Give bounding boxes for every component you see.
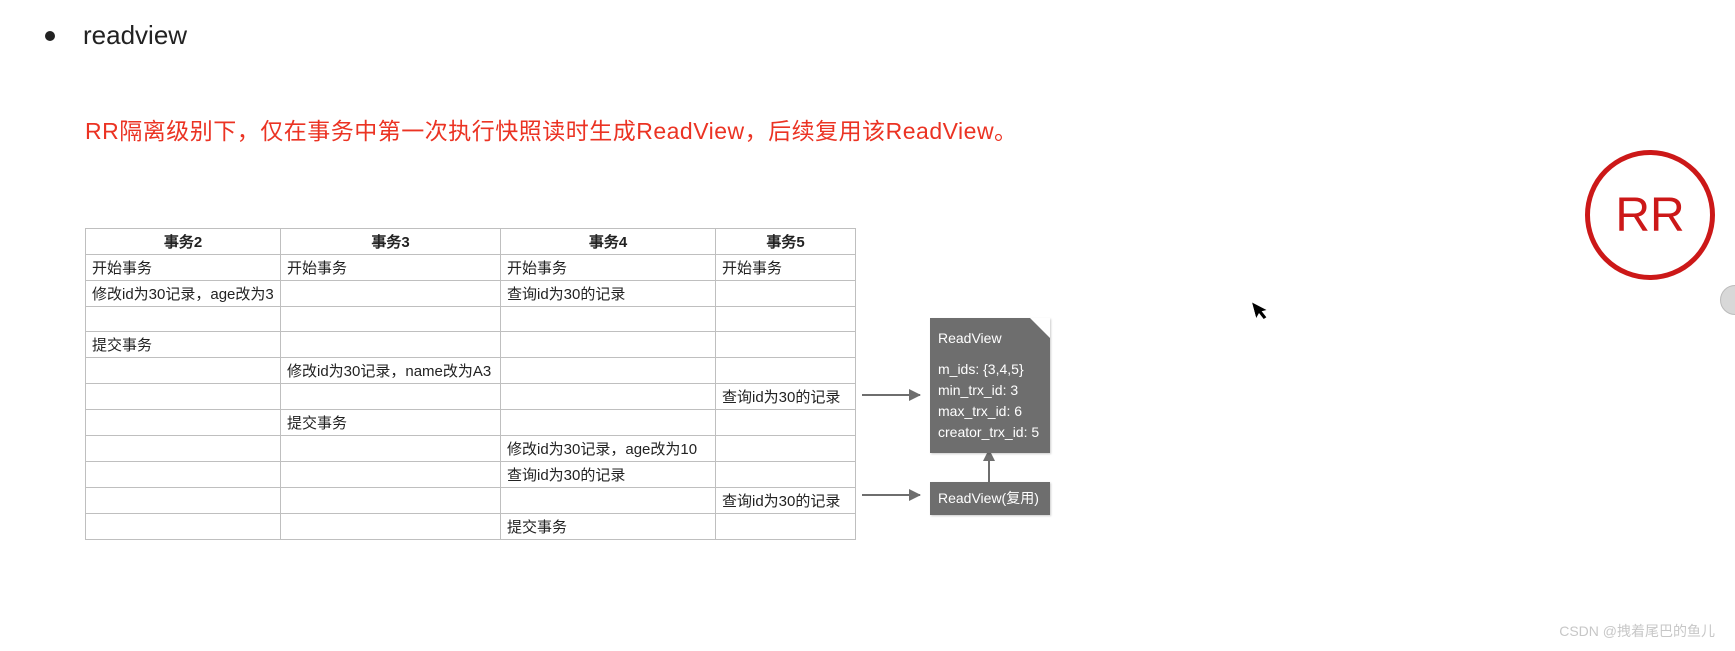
table-cell xyxy=(501,488,716,514)
table-row: 查询id为30的记录 xyxy=(86,462,856,488)
table-cell xyxy=(86,488,281,514)
table-cell xyxy=(716,358,856,384)
readview-line: max_trx_id: 6 xyxy=(938,401,1042,422)
readview-panel: ReadView m_ids: {3,4,5} min_trx_id: 3 ma… xyxy=(930,318,1050,453)
col-header: 事务4 xyxy=(501,229,716,255)
table-cell xyxy=(86,358,281,384)
table-cell: 开始事务 xyxy=(716,255,856,281)
table-cell xyxy=(86,384,281,410)
table-cell xyxy=(281,514,501,540)
table-cell xyxy=(716,410,856,436)
table-cell xyxy=(501,332,716,358)
description-text: RR隔离级别下，仅在事务中第一次执行快照读时生成ReadView，后续复用该Re… xyxy=(85,112,1018,146)
table-cell xyxy=(716,281,856,307)
table-cell: 开始事务 xyxy=(501,255,716,281)
readview-line: creator_trx_id: 5 xyxy=(938,422,1042,443)
table-cell: 提交事务 xyxy=(501,514,716,540)
table-cell xyxy=(281,462,501,488)
readview-reuse-panel: ReadView(复用) xyxy=(930,482,1050,515)
table-cell xyxy=(86,462,281,488)
table-cell xyxy=(281,307,501,332)
table-cell xyxy=(281,332,501,358)
table-row: 修改id为30记录，age改为3 查询id为30的记录 xyxy=(86,281,856,307)
table-cell xyxy=(86,436,281,462)
table-row: 提交事务 xyxy=(86,332,856,358)
table-row: 查询id为30的记录 xyxy=(86,384,856,410)
readview-title: ReadView xyxy=(938,328,1042,349)
table-cell xyxy=(716,332,856,358)
table-cell xyxy=(501,410,716,436)
table-cell: 提交事务 xyxy=(86,332,281,358)
table-cell xyxy=(281,384,501,410)
table-cell xyxy=(281,281,501,307)
table-cell: 查询id为30的记录 xyxy=(716,488,856,514)
table-row: 修改id为30记录，age改为10 xyxy=(86,436,856,462)
table-header-row: 事务2 事务3 事务4 事务5 xyxy=(86,229,856,255)
arrow-up-icon xyxy=(988,450,990,482)
table-cell: 查询id为30的记录 xyxy=(501,462,716,488)
readview-line: min_trx_id: 3 xyxy=(938,380,1042,401)
arrow-right-icon xyxy=(862,394,920,396)
table-cell xyxy=(501,358,716,384)
table-row: 查询id为30的记录 xyxy=(86,488,856,514)
cursor-icon xyxy=(1252,298,1274,326)
table-cell xyxy=(281,436,501,462)
watermark: CSDN @拽着尾巴的鱼儿 xyxy=(1559,621,1715,641)
table-row: 提交事务 xyxy=(86,410,856,436)
table-cell: 修改id为30记录，age改为10 xyxy=(501,436,716,462)
table-cell xyxy=(86,514,281,540)
table-cell xyxy=(716,436,856,462)
table-cell: 开始事务 xyxy=(86,255,281,281)
table-cell xyxy=(716,307,856,332)
table-cell xyxy=(86,410,281,436)
table-row: 开始事务开始事务开始事务开始事务 xyxy=(86,255,856,281)
table-cell xyxy=(281,488,501,514)
table-cell: 查询id为30的记录 xyxy=(716,384,856,410)
table-cell: 开始事务 xyxy=(281,255,501,281)
col-header: 事务5 xyxy=(716,229,856,255)
table-cell: 提交事务 xyxy=(281,410,501,436)
table-cell xyxy=(716,462,856,488)
page-heading: readview xyxy=(83,20,187,51)
table-cell xyxy=(86,307,281,332)
readview-reuse-title: ReadView(复用) xyxy=(938,488,1042,509)
rr-badge: RR xyxy=(1585,150,1715,280)
transaction-table: 事务2 事务3 事务4 事务5 开始事务开始事务开始事务开始事务修改id为30记… xyxy=(85,228,856,540)
table-cell: 修改id为30记录，name改为A3 xyxy=(281,358,501,384)
table-cell xyxy=(501,307,716,332)
table-cell xyxy=(501,384,716,410)
table-cell: 修改id为30记录，age改为3 xyxy=(86,281,281,307)
table-row: 提交事务 xyxy=(86,514,856,540)
heading-row: readview xyxy=(45,20,187,51)
col-header: 事务2 xyxy=(86,229,281,255)
table-cell xyxy=(716,514,856,540)
table-cell: 查询id为30的记录 xyxy=(501,281,716,307)
table-row xyxy=(86,307,856,332)
col-header: 事务3 xyxy=(281,229,501,255)
arrow-right-icon xyxy=(862,494,920,496)
bullet-icon xyxy=(45,31,55,41)
rr-badge-text: RR xyxy=(1615,188,1684,243)
table-row: 修改id为30记录，name改为A3 xyxy=(86,358,856,384)
readview-line: m_ids: {3,4,5} xyxy=(938,359,1042,380)
side-handle-icon xyxy=(1720,285,1735,315)
